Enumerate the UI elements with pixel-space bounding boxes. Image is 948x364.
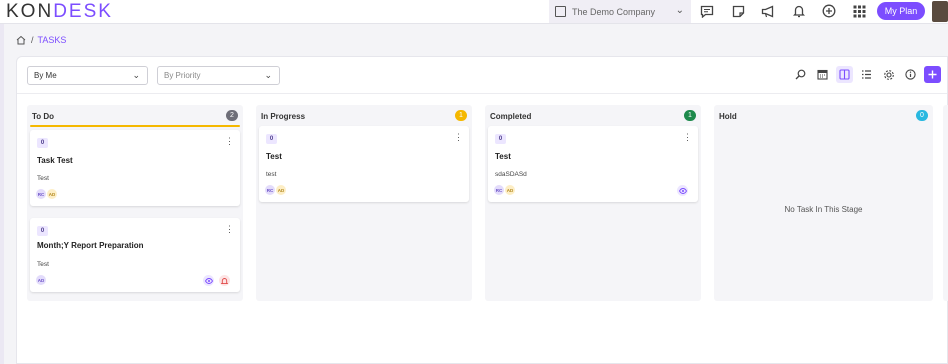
settings-icon[interactable] <box>880 66 897 83</box>
column-title: To Do <box>32 112 55 121</box>
my-plan-button[interactable]: My Plan <box>877 2 925 20</box>
toolbar-divider <box>17 93 947 94</box>
tasks-panel: By Me ⌄ By Priority ⌄ To Do 2 0 ⋮ Task T… <box>16 56 948 364</box>
top-bar: KONDESK The Demo Company ⌄ My Plan <box>0 0 948 24</box>
breadcrumb-separator: / <box>31 35 34 45</box>
empty-stage-message: No Task In This Stage <box>784 205 863 214</box>
assignee-filter-select[interactable]: By Me ⌄ <box>27 66 148 85</box>
task-title: Month;Y Report Preparation <box>37 241 144 250</box>
priority-filter-select[interactable]: By Priority ⌄ <box>157 66 280 85</box>
board-view-icon[interactable] <box>836 66 853 83</box>
avatar[interactable]: RC <box>494 185 504 195</box>
assignee-filter-value: By Me <box>34 71 57 80</box>
column-count-badge: 2 <box>226 110 238 121</box>
task-badge: 0 <box>37 138 48 148</box>
megaphone-icon[interactable] <box>760 3 776 19</box>
chat-icon[interactable] <box>699 3 715 19</box>
user-avatar[interactable] <box>932 1 948 22</box>
search-icon[interactable] <box>792 66 809 83</box>
column-title: Hold <box>719 112 737 121</box>
logo-accent-text: DESK <box>53 1 113 22</box>
add-circle-icon[interactable] <box>821 3 837 19</box>
left-edge <box>0 24 4 364</box>
task-description: Test <box>37 175 49 182</box>
more-options-icon[interactable]: ⋮ <box>225 136 234 147</box>
column-next-partial <box>943 105 948 301</box>
breadcrumb-current: TASKS <box>37 35 67 45</box>
list-view-icon[interactable] <box>858 66 875 83</box>
watch-icon[interactable] <box>203 275 214 286</box>
avatar[interactable]: AD <box>276 185 286 195</box>
column-count-badge: 1 <box>455 110 467 121</box>
more-options-icon[interactable]: ⋮ <box>225 224 234 235</box>
view-toolbar <box>792 66 941 83</box>
avatar[interactable]: RC <box>36 189 46 199</box>
logo[interactable]: KONDESK <box>6 1 113 23</box>
task-card[interactable]: 0 ⋮ Task Test Test RC AD <box>30 130 240 206</box>
chevron-down-icon: ⌄ <box>675 5 684 16</box>
assignee-avatars: RC AD <box>265 185 287 195</box>
apps-grid-icon[interactable] <box>851 3 867 19</box>
column-todo: To Do 2 0 ⋮ Task Test Test RC AD 0 ⋮ Mon… <box>27 105 243 301</box>
avatar[interactable]: AD <box>47 189 57 199</box>
avatar[interactable]: AD <box>505 185 515 195</box>
task-badge: 0 <box>37 226 48 236</box>
chevron-down-icon: ⌄ <box>132 70 140 80</box>
priority-filter-placeholder: By Priority <box>164 71 201 80</box>
logo-text: KON <box>6 1 54 22</box>
calendar-view-icon[interactable] <box>814 66 831 83</box>
task-description: Test <box>37 261 49 268</box>
building-icon <box>555 6 566 17</box>
column-in-progress: In Progress 1 0 ⋮ Test test RC AD <box>256 105 472 301</box>
chevron-down-icon: ⌄ <box>264 70 272 80</box>
info-icon[interactable] <box>902 66 919 83</box>
assignee-avatars: RC AD <box>494 185 516 195</box>
watch-icon[interactable] <box>677 185 688 196</box>
task-card[interactable]: 0 ⋮ Month;Y Report Preparation Test AD <box>30 218 240 292</box>
task-title: Test <box>495 152 511 161</box>
task-badge: 0 <box>495 134 506 144</box>
task-card[interactable]: 0 ⋮ Test sdaSDASd RC AD <box>488 126 698 202</box>
assignee-avatars: RC AD <box>36 189 58 199</box>
company-name: The Demo Company <box>572 6 656 17</box>
avatar[interactable]: RC <box>265 185 275 195</box>
task-title: Task Test <box>37 156 73 165</box>
assignee-avatars: AD <box>36 275 47 285</box>
task-description: sdaSDASd <box>495 171 527 178</box>
task-description: test <box>266 171 277 178</box>
breadcrumb: / TASKS <box>16 35 66 45</box>
column-hold: Hold 0 No Task In This Stage <box>714 105 933 301</box>
home-icon[interactable] <box>16 35 26 45</box>
column-completed: Completed 1 0 ⋮ Test sdaSDASd RC AD <box>485 105 701 301</box>
avatar[interactable]: AD <box>36 275 46 285</box>
column-title: In Progress <box>261 112 306 121</box>
bell-icon[interactable] <box>791 3 807 19</box>
filters: By Me ⌄ By Priority ⌄ <box>27 66 280 85</box>
note-icon[interactable] <box>730 3 746 19</box>
task-badge: 0 <box>266 134 277 144</box>
more-options-icon[interactable]: ⋮ <box>683 132 692 143</box>
task-card[interactable]: 0 ⋮ Test test RC AD <box>259 126 469 202</box>
column-title: Completed <box>490 112 532 121</box>
reminder-bell-icon[interactable] <box>219 275 230 286</box>
add-task-button[interactable] <box>924 66 941 83</box>
more-options-icon[interactable]: ⋮ <box>454 132 463 143</box>
task-title: Test <box>266 152 282 161</box>
column-count-badge: 1 <box>684 110 696 121</box>
column-count-badge: 0 <box>916 110 928 121</box>
column-accent-bar <box>30 125 240 127</box>
company-selector[interactable]: The Demo Company ⌄ <box>549 0 691 23</box>
